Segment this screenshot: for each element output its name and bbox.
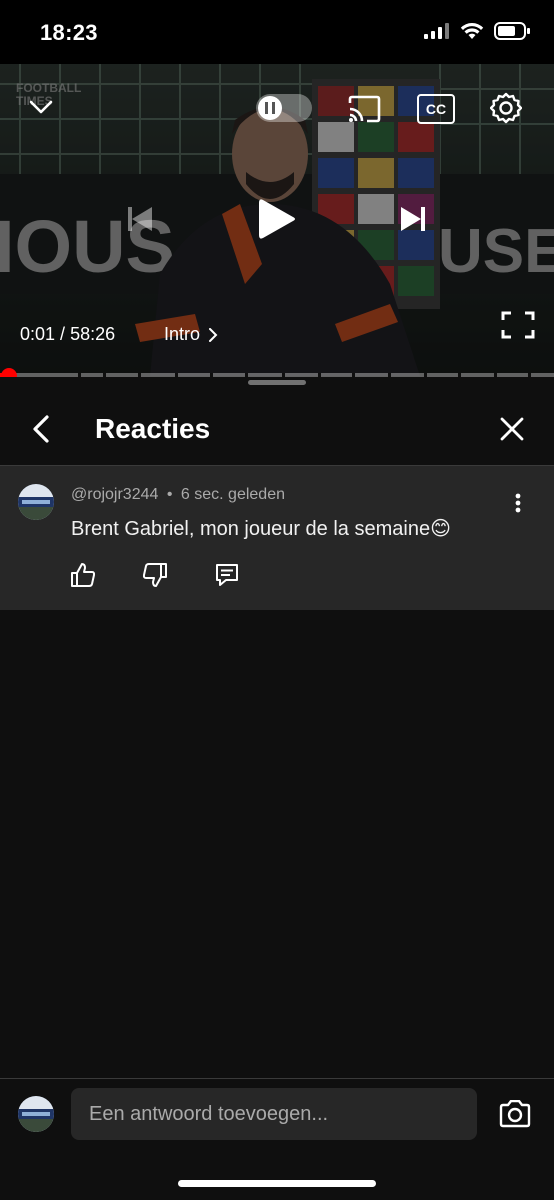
status-bar: 18:23: [0, 0, 554, 64]
wifi-icon: [460, 23, 484, 39]
drag-handle[interactable]: [248, 380, 306, 385]
panel-header: Reacties: [0, 397, 554, 465]
own-avatar: [18, 1096, 54, 1132]
comments-panel: Reacties @rojojr3244 • 6 sec. geleden Br…: [0, 377, 554, 1200]
close-icon[interactable]: [496, 413, 528, 445]
chapter-label: Intro: [164, 324, 201, 344]
comment-age: 6 sec. geleden: [180, 486, 285, 503]
comment-meta: @rojojr3244 • 6 sec. geleden: [71, 486, 285, 504]
comment-actions: [70, 562, 240, 588]
more-vertical-icon[interactable]: [506, 488, 530, 518]
comment-author[interactable]: @rojojr3244: [71, 486, 158, 503]
autoplay-toggle[interactable]: [256, 94, 312, 122]
cellular-signal-icon: [424, 23, 449, 39]
status-icons: [424, 22, 530, 40]
current-time: 0:01: [20, 324, 56, 344]
video-player[interactable]: IOUS USE FOOTBALL TIMES CC 0:01 / 58:26 …: [0, 64, 554, 376]
back-chevron-icon[interactable]: [26, 411, 56, 447]
pause-icon: [258, 96, 282, 120]
next-icon[interactable]: [394, 202, 430, 236]
battery-icon: [494, 22, 530, 40]
play-icon[interactable]: [252, 194, 302, 244]
cast-icon[interactable]: [345, 92, 383, 126]
camera-icon[interactable]: [496, 1096, 534, 1132]
captions-icon[interactable]: CC: [417, 94, 455, 124]
chevron-right-icon: [209, 327, 218, 342]
reply-input[interactable]: [71, 1088, 477, 1140]
comment-item: @rojojr3244 • 6 sec. geleden Brent Gabri…: [0, 466, 554, 610]
comment-text: Brent Gabriel, mon joueur de la semaine😊: [71, 518, 451, 540]
captions-label: CC: [425, 101, 447, 117]
fullscreen-icon[interactable]: [500, 310, 536, 340]
dislike-icon[interactable]: [142, 562, 168, 588]
time-readout: 0:01 / 58:26: [20, 324, 115, 345]
home-indicator: [178, 1180, 376, 1187]
duration: 58:26: [70, 324, 116, 344]
meta-separator: •: [166, 486, 173, 503]
settings-gear-icon[interactable]: [488, 90, 524, 126]
previous-icon: [124, 202, 158, 236]
like-icon[interactable]: [70, 562, 96, 588]
reply-icon[interactable]: [214, 562, 240, 588]
panel-title: Reacties: [95, 413, 211, 444]
time-separator: /: [55, 324, 71, 344]
status-time: 18:23: [40, 20, 98, 45]
chapter-button[interactable]: Intro: [164, 324, 218, 345]
avatar[interactable]: [18, 484, 54, 520]
reply-divider: [0, 1078, 554, 1079]
minimize-chevron-icon[interactable]: [24, 92, 58, 122]
